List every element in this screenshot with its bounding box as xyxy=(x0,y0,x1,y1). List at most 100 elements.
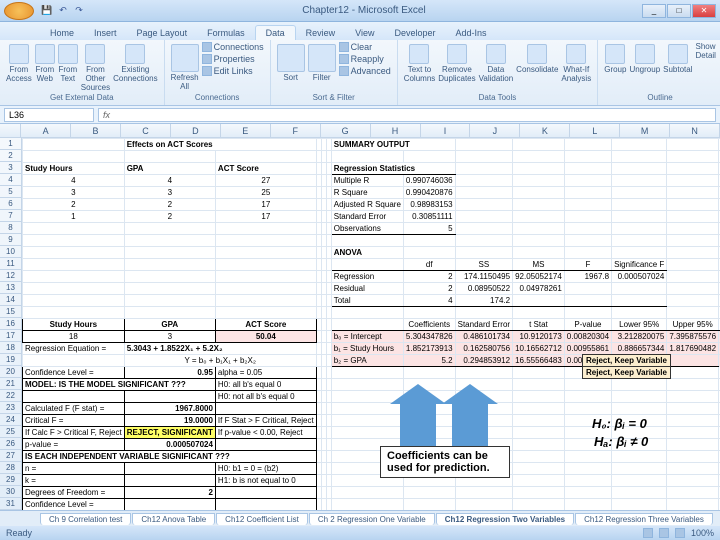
tab-home[interactable]: Home xyxy=(40,26,84,40)
from-web-button[interactable]: From Web xyxy=(35,42,55,83)
clear-button[interactable]: Clear xyxy=(339,42,391,52)
row-header[interactable]: 1 xyxy=(0,138,21,150)
col-header[interactable]: K xyxy=(520,124,570,137)
row-header[interactable]: 18 xyxy=(0,342,21,354)
reapply-button[interactable]: Reapply xyxy=(339,54,391,64)
row-header[interactable]: 12 xyxy=(0,270,21,282)
col-header[interactable]: A xyxy=(21,124,71,137)
maximize-button[interactable]: □ xyxy=(667,4,691,18)
col-header[interactable]: M xyxy=(620,124,670,137)
tab-view[interactable]: View xyxy=(345,26,384,40)
existing-connections-button[interactable]: Existing Connections xyxy=(113,42,157,83)
formula-input[interactable]: fx xyxy=(98,108,716,122)
row-header[interactable]: 13 xyxy=(0,282,21,294)
view-break-icon[interactable] xyxy=(675,528,685,538)
row-header[interactable]: 31 xyxy=(0,498,21,510)
group-button[interactable]: Group xyxy=(604,42,626,74)
from-text-button[interactable]: From Text xyxy=(58,42,78,83)
save-icon[interactable]: 💾 xyxy=(40,4,54,18)
row-header[interactable]: 17 xyxy=(0,330,21,342)
col-header[interactable]: F xyxy=(271,124,321,137)
col-header[interactable]: L xyxy=(570,124,620,137)
fx-icon[interactable]: fx xyxy=(99,110,114,120)
what-if-button[interactable]: What-If Analysis xyxy=(561,42,591,83)
row-header[interactable]: 21 xyxy=(0,378,21,390)
refresh-all-button[interactable]: Refresh All xyxy=(171,42,199,91)
connections-button[interactable]: Connections xyxy=(202,42,264,52)
view-layout-icon[interactable] xyxy=(659,528,669,538)
row-header[interactable]: 20 xyxy=(0,366,21,378)
remove-duplicates-button[interactable]: Remove Duplicates xyxy=(438,42,475,83)
zoom-level[interactable]: 100% xyxy=(691,528,714,538)
row-header[interactable]: 22 xyxy=(0,390,21,402)
worksheet[interactable]: A B C D E F G H I J K L M N 123456789101… xyxy=(0,124,720,514)
advanced-button[interactable]: Advanced xyxy=(339,66,391,76)
col-header[interactable]: H xyxy=(371,124,421,137)
row-header[interactable]: 3 xyxy=(0,162,21,174)
minimize-button[interactable]: _ xyxy=(642,4,666,18)
properties-button[interactable]: Properties xyxy=(202,54,264,64)
row-header[interactable]: 24 xyxy=(0,414,21,426)
col-header[interactable]: G xyxy=(321,124,371,137)
undo-icon[interactable]: ↶ xyxy=(56,4,70,18)
from-access-button[interactable]: From Access xyxy=(6,42,32,83)
col-header[interactable]: J xyxy=(470,124,520,137)
col-header[interactable]: N xyxy=(670,124,720,137)
select-all-button[interactable] xyxy=(0,124,21,137)
row-header[interactable]: 11 xyxy=(0,258,21,270)
show-detail-button[interactable]: Show Detail xyxy=(696,42,716,60)
col-header[interactable]: D xyxy=(171,124,221,137)
row-header[interactable]: 15 xyxy=(0,306,21,318)
row-header[interactable]: 28 xyxy=(0,462,21,474)
tab-page-layout[interactable]: Page Layout xyxy=(127,26,198,40)
sheet-tab[interactable]: Ch12 Coefficient List xyxy=(216,513,308,525)
row-header[interactable]: 16 xyxy=(0,318,21,330)
row-header[interactable]: 8 xyxy=(0,222,21,234)
office-button[interactable] xyxy=(4,2,34,20)
tab-formulas[interactable]: Formulas xyxy=(197,26,255,40)
subtotal-button[interactable]: Subtotal xyxy=(663,42,692,74)
row-header[interactable]: 23 xyxy=(0,402,21,414)
tab-developer[interactable]: Developer xyxy=(384,26,445,40)
row-header[interactable]: 30 xyxy=(0,486,21,498)
from-other-button[interactable]: From Other Sources xyxy=(81,42,110,92)
row-header[interactable]: 9 xyxy=(0,234,21,246)
sort-button[interactable]: Sort xyxy=(277,42,305,82)
sheet-tab[interactable]: Ch 9 Correlation test xyxy=(40,513,131,525)
col-header[interactable]: E xyxy=(221,124,271,137)
sheet-tab[interactable]: Ch12 Anova Table xyxy=(132,513,215,525)
edit-links-button[interactable]: Edit Links xyxy=(202,66,264,76)
text-to-columns-button[interactable]: Text to Columns xyxy=(404,42,436,83)
ungroup-button[interactable]: Ungroup xyxy=(629,42,660,74)
tab-insert[interactable]: Insert xyxy=(84,26,127,40)
row-header[interactable]: 2 xyxy=(0,150,21,162)
col-header[interactable]: B xyxy=(71,124,121,137)
row-header[interactable]: 14 xyxy=(0,294,21,306)
row-header[interactable]: 25 xyxy=(0,426,21,438)
row-header[interactable]: 29 xyxy=(0,474,21,486)
redo-icon[interactable]: ↷ xyxy=(72,4,86,18)
name-box[interactable] xyxy=(4,108,94,122)
row-header[interactable]: 26 xyxy=(0,438,21,450)
row-header[interactable]: 4 xyxy=(0,174,21,186)
tab-addins[interactable]: Add-Ins xyxy=(446,26,497,40)
tab-data[interactable]: Data xyxy=(255,25,296,40)
row-header[interactable]: 7 xyxy=(0,210,21,222)
row-header[interactable]: 6 xyxy=(0,198,21,210)
col-header[interactable]: I xyxy=(421,124,471,137)
view-normal-icon[interactable] xyxy=(643,528,653,538)
row-header[interactable]: 19 xyxy=(0,354,21,366)
row-header[interactable]: 10 xyxy=(0,246,21,258)
sheet-tab[interactable]: Ch 2 Regression One Variable xyxy=(309,513,435,525)
row-header[interactable]: 27 xyxy=(0,450,21,462)
col-header[interactable]: C xyxy=(121,124,171,137)
consolidate-button[interactable]: Consolidate xyxy=(516,42,558,74)
tab-review[interactable]: Review xyxy=(296,26,346,40)
row-header[interactable]: 5 xyxy=(0,186,21,198)
filter-button[interactable]: Filter xyxy=(308,42,336,82)
sheet-tab[interactable]: Ch12 Regression Three Variables xyxy=(575,513,713,525)
data-validation-button[interactable]: Data Validation xyxy=(479,42,514,83)
cell-grid[interactable]: Effects on ACT ScoresSUMMARY OUTPUT Stud… xyxy=(22,138,720,514)
close-button[interactable]: ✕ xyxy=(692,4,716,18)
sheet-tab[interactable]: Ch12 Regression Two Variables xyxy=(436,513,574,525)
